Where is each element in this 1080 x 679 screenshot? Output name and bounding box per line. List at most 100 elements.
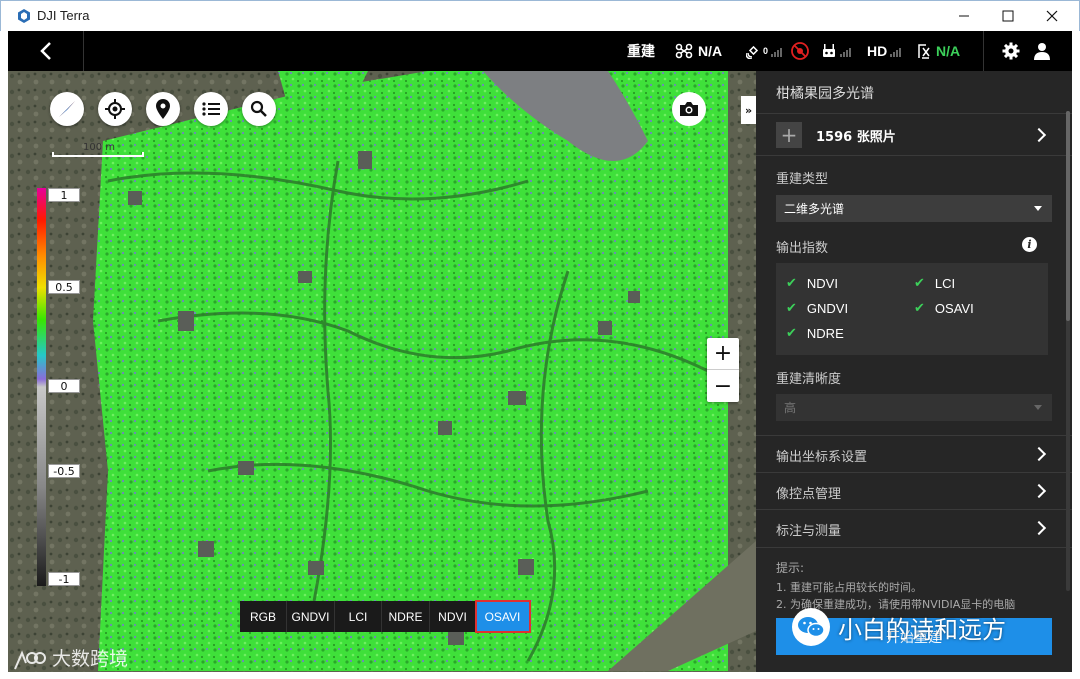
index-tab-lci[interactable]: LCI [335, 601, 382, 632]
collapse-panel-button[interactable]: » [741, 96, 756, 124]
remote-status [790, 31, 810, 71]
photos-row[interactable]: + 1596 张照片 [756, 113, 1072, 155]
index-checkbox-ndvi[interactable]: ✔ NDVI [786, 275, 838, 291]
check-icon: ✔ [786, 325, 797, 340]
resolution-select[interactable]: 高 [776, 394, 1052, 421]
index-switcher: RGB GNDVI LCI NDRE NDVI OSAVI [240, 600, 531, 633]
index-tab-ndre[interactable]: NDRE [382, 601, 430, 632]
compass-icon [59, 101, 75, 117]
chevron-right-icon [1031, 483, 1047, 499]
dji-terra-logo-icon [18, 9, 30, 23]
battery-status: N/A [917, 31, 960, 71]
check-icon: ✔ [786, 275, 797, 290]
index-name: LCI [934, 275, 956, 291]
chevron-left-icon [39, 42, 51, 60]
legend-tick: 0 [48, 379, 80, 393]
index-name: OSAVI [934, 300, 974, 316]
battery-icon [918, 44, 930, 59]
index-tab-osavi[interactable]: OSAVI [475, 600, 531, 633]
drone-status: N/A [675, 31, 722, 71]
dropdown-caret-icon [1034, 405, 1042, 410]
ndvi-map-image [8, 71, 756, 672]
gps-signal-bars [771, 45, 783, 57]
controller-status [821, 31, 851, 71]
satellite-icon [746, 45, 759, 59]
index-checkbox-ndre[interactable]: ✔ NDRE [786, 325, 844, 341]
account-button[interactable] [1034, 31, 1050, 71]
app-top-bar: 重建 N/A 0 HD N/A [8, 31, 1072, 71]
layers-list-button[interactable] [194, 92, 228, 126]
controller-signal-bars [840, 45, 851, 57]
resolution-value: 高 [784, 401, 797, 415]
map-pin-icon [156, 99, 170, 119]
color-legend-bar [37, 188, 46, 586]
index-checkbox-gndvi[interactable]: ✔ GNDVI [786, 300, 848, 316]
dropdown-caret-icon [1034, 206, 1042, 211]
output-index-list: ✔ NDVI ✔ LCI ✔ GNDVI ✔ OSAVI ✔ NDRE [776, 263, 1048, 355]
legend-tick: 0.5 [48, 280, 80, 294]
annotate-row[interactable]: 标注与测量 [756, 509, 1072, 547]
index-tab-rgb[interactable]: RGB [240, 601, 287, 632]
plus-icon[interactable]: + [776, 122, 802, 148]
watermark-left-text: 大数跨境 [52, 648, 129, 670]
legend-tick: -0.5 [48, 464, 80, 478]
coord-settings-label: 输出坐标系设置 [776, 450, 868, 465]
watermark-right-text: 小白的诗和远方 [838, 615, 1006, 644]
zoom-control: + − [707, 338, 739, 402]
chevron-right-icon [1031, 446, 1047, 462]
wechat-icon [792, 608, 830, 646]
settings-button[interactable] [1002, 31, 1020, 71]
watermark-logo-icon [14, 649, 46, 669]
watermark-right: 小白的诗和远方 [792, 605, 1006, 649]
gear-icon [1002, 42, 1020, 60]
zoom-out-button[interactable]: − [707, 370, 739, 402]
window-frame-bottom [0, 672, 1080, 679]
minimize-button[interactable] [941, 1, 987, 31]
output-index-label: 输出指数 [776, 241, 829, 256]
index-tab-ndvi[interactable]: NDVI [430, 601, 476, 632]
search-button[interactable] [242, 92, 276, 126]
chevron-right-icon [1031, 127, 1047, 143]
gcp-row[interactable]: 像控点管理 [756, 472, 1072, 509]
battery-status-value: N/A [936, 43, 961, 59]
resolution-label: 重建清晰度 [776, 372, 842, 387]
no-signal-icon [791, 42, 809, 60]
zoom-in-button[interactable]: + [707, 338, 739, 370]
locate-button[interactable] [98, 92, 132, 126]
chevron-right-icon [1031, 520, 1047, 536]
info-icon[interactable]: i [1022, 237, 1037, 252]
map-view[interactable]: » 100 m 1 0.5 0 -0.5 -1 + − RGB GNDVI LC… [8, 71, 756, 672]
panel-scrollbar-thumb[interactable] [1066, 111, 1070, 321]
check-icon: ✔ [786, 300, 797, 315]
window-titlebar: DJI Terra [0, 0, 1080, 31]
index-name: GNDVI [806, 300, 849, 316]
watermark-left: 大数跨境 [12, 644, 128, 671]
index-checkbox-osavi[interactable]: ✔ OSAVI [914, 300, 974, 316]
screenshot-button[interactable] [672, 92, 706, 126]
mode-label: 重建 [627, 43, 655, 59]
coord-settings-row[interactable]: 输出坐标系设置 [756, 435, 1072, 472]
remote-controller-icon [823, 44, 835, 57]
hd-status: HD [867, 31, 902, 71]
legend-tick: 1 [48, 188, 80, 202]
tip-line: 1. 重建可能占用较长的时间。 [776, 581, 922, 594]
top-bar-separator [983, 31, 984, 71]
check-icon: ✔ [914, 300, 925, 315]
drone-icon [675, 43, 693, 59]
back-button[interactable] [8, 31, 84, 71]
pin-button[interactable] [146, 92, 180, 126]
compass-button[interactable] [50, 92, 84, 126]
window-title: DJI Terra [37, 8, 90, 23]
check-icon: ✔ [914, 275, 925, 290]
annotate-label: 标注与测量 [776, 524, 842, 539]
recon-type-select[interactable]: 二维多光谱 [776, 195, 1052, 222]
index-checkbox-lci[interactable]: ✔ LCI [914, 275, 955, 291]
reconstruction-panel: 柑橘果园多光谱 + 1596 张照片 重建类型 二维多光谱 输出指数 i ✔ N… [756, 71, 1072, 672]
recon-type-label: 重建类型 [776, 172, 829, 187]
window-frame-right [1072, 31, 1080, 679]
crosshair-icon [105, 99, 125, 119]
index-tab-gndvi[interactable]: GNDVI [287, 601, 335, 632]
close-button[interactable] [1029, 1, 1075, 31]
maximize-button[interactable] [985, 1, 1031, 31]
search-icon [250, 100, 267, 117]
